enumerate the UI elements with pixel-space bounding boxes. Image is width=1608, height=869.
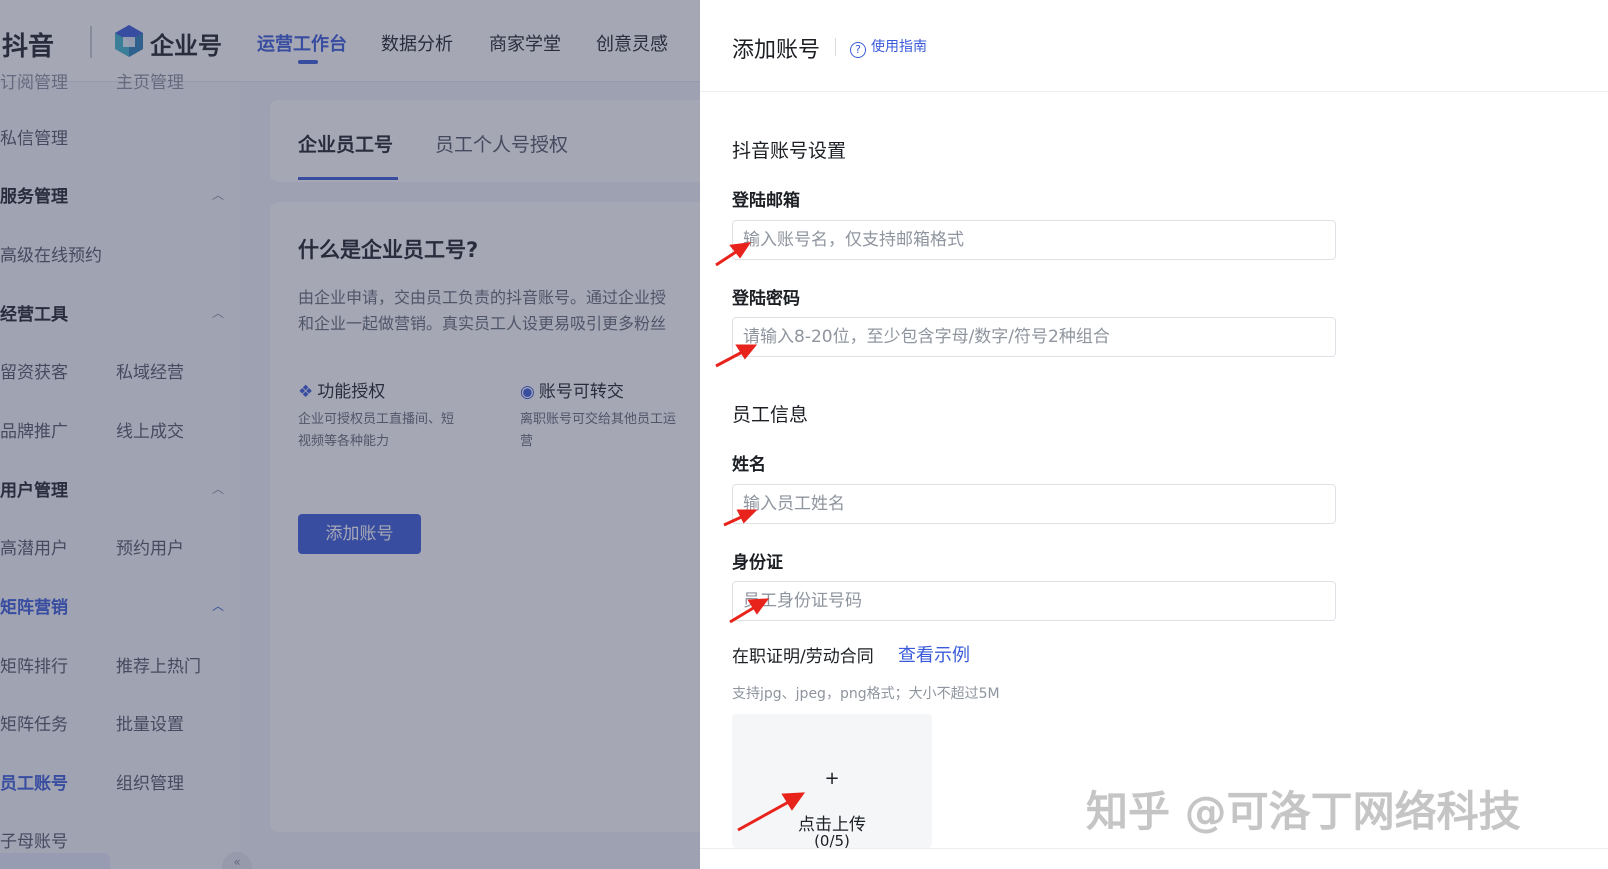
upload-count: (0/5): [814, 832, 850, 848]
password-label: 登陆密码: [732, 289, 800, 309]
drawer-footer-divider: [700, 848, 1608, 849]
id-card-field[interactable]: [732, 581, 1336, 621]
question-circle-icon: ?: [850, 42, 866, 58]
employee-name-field[interactable]: [732, 484, 1336, 524]
plus-icon: +: [824, 768, 840, 789]
id-card-label: 身份证: [732, 553, 783, 573]
view-example-link[interactable]: 查看示例: [898, 641, 970, 667]
add-account-drawer: 添加账号 ?使用指南 抖音账号设置 登陆邮箱 登陆密码 员工信息 姓名 身份证 …: [700, 0, 1608, 869]
usage-guide-label: 使用指南: [871, 39, 927, 55]
header-divider: [835, 38, 836, 56]
section-employee-info: 员工信息: [732, 404, 809, 426]
section-douyin-account: 抖音账号设置: [732, 140, 847, 162]
email-label: 登陆邮箱: [732, 191, 800, 211]
email-field[interactable]: [732, 220, 1336, 260]
upload-format-hint: 支持jpg、jpeg，png格式；大小不超过5M: [732, 686, 1000, 702]
modal-overlay[interactable]: [0, 0, 700, 869]
name-label: 姓名: [732, 455, 766, 475]
watermark: 知乎 @可洛丁网络科技: [1086, 787, 1521, 836]
usage-guide-link[interactable]: ? 使用指南: [850, 36, 927, 58]
drawer-header: 添加账号 ? 使用指南: [700, 0, 1608, 92]
upload-button[interactable]: + 点击上传 (0/5): [732, 714, 932, 848]
employment-certificate-label: 在职证明/劳动合同: [732, 647, 874, 667]
drawer-title: 添加账号: [732, 38, 821, 63]
password-field[interactable]: [732, 317, 1336, 357]
